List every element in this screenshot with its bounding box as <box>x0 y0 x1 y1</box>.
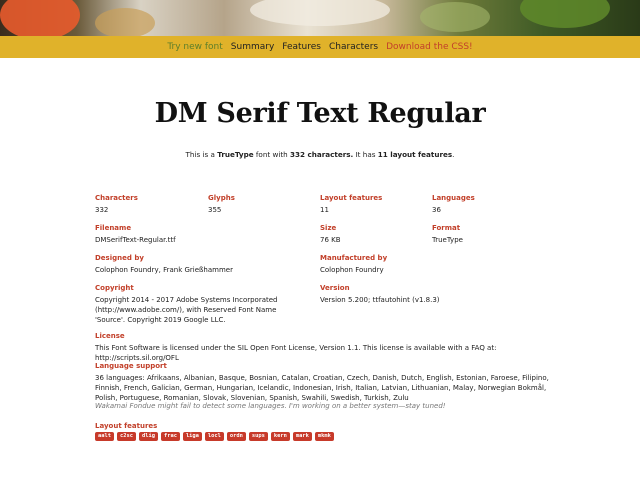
version-label: Version <box>320 284 350 292</box>
languages-stat: Languages 36 <box>432 194 475 215</box>
nav-try-new-font[interactable]: Try new font <box>167 42 222 52</box>
language-support-value: 36 languages: Afrikaans, Albanian, Basqu… <box>95 374 549 402</box>
manufactured-by-info: Manufactured by Colophon Foundry <box>320 254 387 275</box>
languages-value: 36 <box>432 206 441 214</box>
summary-features: 11 layout features <box>377 150 453 159</box>
designed-by-info: Designed by Colophon Foundry, Frank Grie… <box>95 254 233 275</box>
copyright-label: Copyright <box>95 284 134 292</box>
license-info: License This Font Software is licensed u… <box>95 332 555 363</box>
version-info: Version Version 5.200; ttfautohint (v1.8… <box>320 284 440 305</box>
summary-mid: font with <box>253 150 291 159</box>
designed-by-label: Designed by <box>95 254 144 262</box>
format-info: Format TrueType <box>432 224 463 245</box>
layout-features-section: Layout features <box>95 422 157 430</box>
summary-end: . <box>452 150 455 159</box>
photo-detail <box>0 0 80 36</box>
size-info: Size 76 KB <box>320 224 341 245</box>
summary-characters: 332 characters. <box>290 150 354 159</box>
summary-mid2: It has <box>353 150 378 159</box>
languages-label: Languages <box>432 194 475 202</box>
top-nav: Try new font Summary Features Characters… <box>0 36 640 58</box>
photo-detail <box>95 8 155 36</box>
filename-info: Filename DMSerifText-Regular.ttf <box>95 224 176 245</box>
feature-tag-sups[interactable]: sups <box>248 432 268 441</box>
glyphs-stat: Glyphs 355 <box>208 194 235 215</box>
language-support-info: Language support 36 languages: Afrikaans… <box>95 362 550 403</box>
photo-detail <box>420 2 490 32</box>
version-value: Version 5.200; ttfautohint (v1.8.3) <box>320 296 440 304</box>
copyright-info: Copyright Copyright 2014 - 2017 Adobe Sy… <box>95 284 285 325</box>
font-summary: This is a TrueType font with 332 charact… <box>0 150 640 159</box>
characters-stat: Characters 332 <box>95 194 138 215</box>
size-label: Size <box>320 224 337 232</box>
language-support-label: Language support <box>95 362 167 370</box>
feature-tag-mark[interactable]: mark <box>292 432 312 441</box>
format-label: Format <box>432 224 461 232</box>
nav-download-css[interactable]: Download the CSS! <box>386 42 473 52</box>
photo-detail <box>250 0 390 26</box>
characters-value: 332 <box>95 206 109 214</box>
size-value: 76 KB <box>320 236 341 244</box>
feature-tag-c2sc[interactable]: c2sc <box>116 432 136 441</box>
feature-tag-dlig[interactable]: dlig <box>138 432 158 441</box>
copyright-value: Copyright 2014 - 2017 Adobe Systems Inco… <box>95 296 278 324</box>
license-label: License <box>95 332 125 340</box>
feature-tag-frac[interactable]: frac <box>160 432 180 441</box>
summary-prefix: This is a <box>185 150 218 159</box>
feature-tag-aalt[interactable]: aalt <box>95 432 114 441</box>
nav-characters[interactable]: Characters <box>329 42 378 52</box>
glyphs-label: Glyphs <box>208 194 235 202</box>
header-photo <box>0 0 640 36</box>
manufactured-by-label: Manufactured by <box>320 254 388 262</box>
layout-feature-tags: aalt c2sc dlig frac liga locl ordn sups … <box>95 432 334 441</box>
nav-summary[interactable]: Summary <box>231 42 275 52</box>
layout-features-value: 11 <box>320 206 329 214</box>
language-support-note: Wakamai Fondue might fail to detect some… <box>95 402 446 410</box>
designed-by-value: Colophon Foundry, Frank Grießhammer <box>95 266 233 274</box>
summary-format: TrueType <box>217 150 254 159</box>
feature-tag-kern[interactable]: kern <box>270 432 290 441</box>
feature-tag-liga[interactable]: liga <box>182 432 202 441</box>
filename-value: DMSerifText-Regular.ttf <box>95 236 176 244</box>
feature-tag-locl[interactable]: locl <box>204 432 224 441</box>
format-value: TrueType <box>432 236 463 244</box>
layout-features-stat: Layout features 11 <box>320 194 382 215</box>
layout-features-label: Layout features <box>320 194 383 202</box>
nav-features[interactable]: Features <box>282 42 321 52</box>
manufactured-by-value: Colophon Foundry <box>320 266 384 274</box>
filename-label: Filename <box>95 224 132 232</box>
layout-features-heading: Layout features <box>95 422 158 430</box>
feature-tag-mkmk[interactable]: mkmk <box>314 432 334 441</box>
page-title: DM Serif Text Regular <box>154 98 486 129</box>
photo-detail <box>520 0 610 28</box>
license-value: This Font Software is licensed under the… <box>95 344 497 362</box>
glyphs-value: 355 <box>208 206 222 214</box>
feature-tag-ordn[interactable]: ordn <box>226 432 246 441</box>
characters-label: Characters <box>95 194 138 202</box>
